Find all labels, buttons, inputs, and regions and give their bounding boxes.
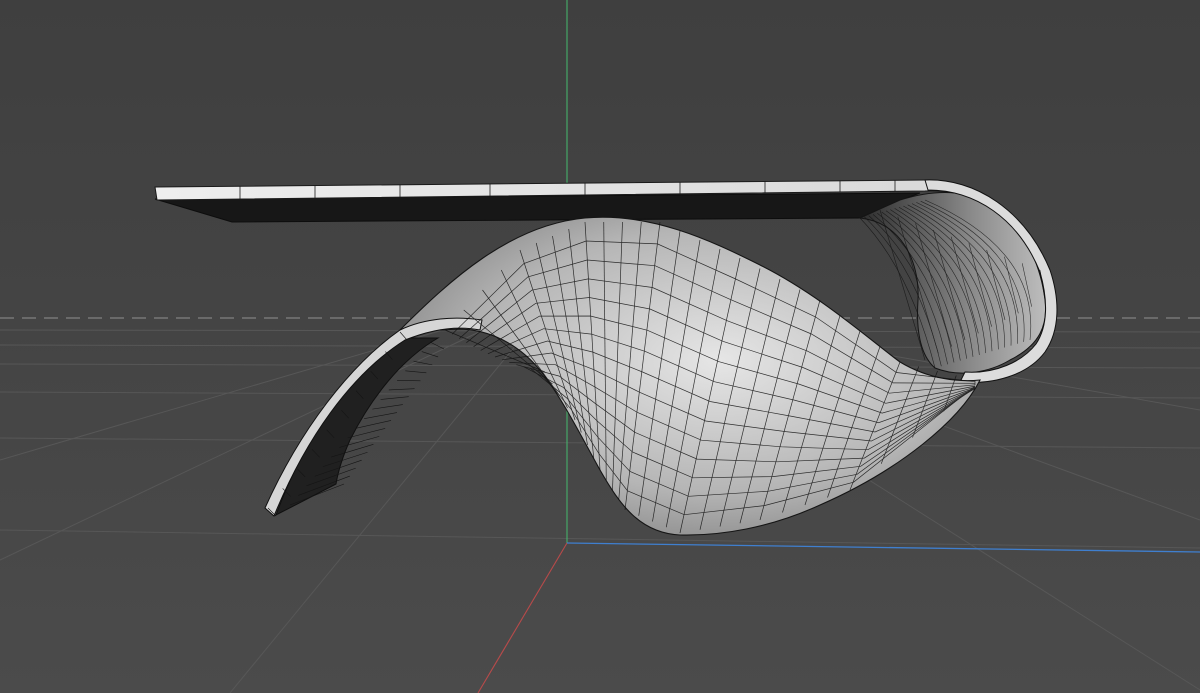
viewport-canvas[interactable] <box>0 0 1200 693</box>
3d-viewport[interactable] <box>0 0 1200 693</box>
